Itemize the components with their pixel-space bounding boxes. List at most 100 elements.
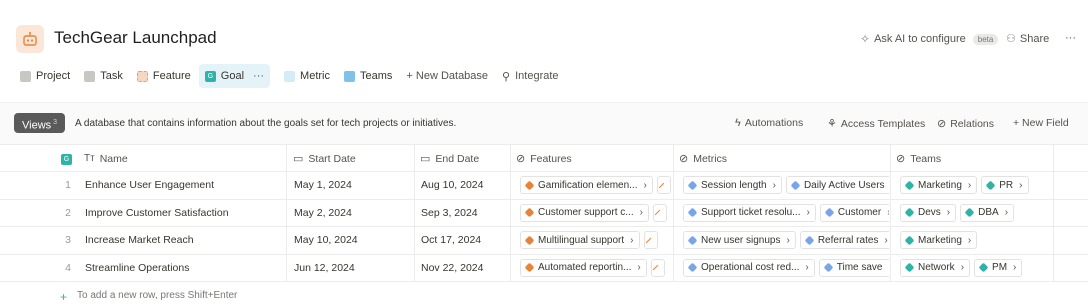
more-options-button[interactable]: ··· — [1065, 32, 1076, 44]
metric-chip[interactable]: New user signups › — [683, 231, 796, 250]
metric-chip[interactable]: Customer› — [819, 203, 889, 222]
tab-label: Feature — [152, 70, 191, 82]
feature-chip-overflow[interactable] — [652, 203, 667, 222]
metrics-cell[interactable]: Support ticket resolu...›Customer› — [683, 200, 889, 227]
new-field-button[interactable]: + New Field — [1013, 117, 1069, 129]
start-date-cell[interactable]: Jun 12, 2024 — [294, 255, 412, 282]
team-chip[interactable]: Marketing › — [900, 231, 978, 250]
chevron-right-icon[interactable]: › — [773, 172, 776, 199]
ask-ai-button[interactable]: ✧ Ask AI to configure beta — [860, 32, 999, 46]
goal-name-cell[interactable]: Streamline Operations — [85, 255, 283, 282]
relation-icon: ⊘ — [679, 153, 689, 165]
features-cell[interactable]: Automated reportin... › — [520, 255, 672, 282]
end-date-cell[interactable]: Nov 22, 2024 — [421, 255, 511, 282]
tab-label: Metric — [300, 70, 330, 82]
table-row[interactable]: 2 Improve Customer Satisfaction May 2, 202… — [0, 200, 1088, 227]
add-row-hint[interactable]: + To add a new row, press Shift+Enter — [60, 290, 237, 304]
end-date-cell[interactable]: Aug 10, 2024 — [421, 172, 511, 199]
text-type-icon: Tт — [84, 153, 95, 164]
feature-chip[interactable]: Gamification elemen... › — [520, 176, 653, 195]
tab-teams[interactable]: Teams — [338, 64, 398, 88]
features-cell[interactable]: Multilingual support › — [520, 227, 672, 254]
feature-chip[interactable]: Automated reportin... › — [520, 258, 647, 277]
views-button[interactable]: Views 3 — [14, 113, 66, 133]
tab-project[interactable]: Project — [14, 64, 76, 88]
feature-chip-overflow[interactable] — [650, 258, 665, 277]
chevron-right-icon[interactable]: › — [637, 255, 640, 282]
chevron-right-icon[interactable]: › — [961, 255, 964, 282]
goal-name-cell[interactable]: Enhance User Engagement — [85, 172, 283, 199]
chevron-right-icon[interactable]: › — [889, 255, 890, 282]
chevron-right-icon[interactable]: › — [968, 227, 971, 254]
tab-goal[interactable]: G Goal ··· — [198, 64, 271, 88]
feature-chip[interactable]: Customer support c... › — [520, 203, 649, 222]
column-start-date[interactable]: ▭ Start Date — [293, 145, 356, 173]
end-date-cell[interactable]: Oct 17, 2024 — [421, 227, 511, 254]
metrics-cell[interactable]: Session length›Daily Active Users› — [683, 172, 889, 199]
teams-cell[interactable]: Marketing › — [900, 227, 1052, 254]
chevron-right-icon[interactable]: › — [1019, 172, 1022, 199]
tab-metric[interactable]: Metric — [278, 64, 336, 88]
metric-chip[interactable]: Time save› — [818, 258, 889, 277]
team-chip[interactable]: DBA › — [960, 203, 1015, 222]
automations-button[interactable]: ϟ Automations — [735, 117, 803, 129]
teams-cell[interactable]: Devs › DBA › — [900, 200, 1052, 227]
metric-chip[interactable]: Daily Active Users› — [785, 176, 889, 195]
column-metrics[interactable]: ⊘ Metrics — [679, 145, 727, 173]
team-chip[interactable]: Network › — [900, 258, 971, 277]
features-cell[interactable]: Customer support c... › — [520, 200, 672, 227]
access-templates-button[interactable]: ⚘ Access Templates — [827, 117, 926, 131]
integrate-button[interactable]: ⚲ Integrate — [496, 64, 564, 88]
chevron-right-icon[interactable]: › — [786, 227, 789, 254]
teams-cell[interactable]: Network › PM › — [900, 255, 1052, 282]
table-row[interactable]: 4 Streamline Operations Jun 12, 2024 Nov 22… — [0, 255, 1088, 282]
chevron-right-icon[interactable]: › — [1005, 200, 1008, 227]
relations-button[interactable]: ⊘ Relations — [937, 117, 994, 131]
tab-feature[interactable]: Feature — [131, 64, 197, 88]
column-features[interactable]: ⊘ Features — [516, 145, 572, 173]
start-date-cell[interactable]: May 10, 2024 — [294, 227, 412, 254]
metrics-cell[interactable]: New user signups › Referral rates › — [683, 227, 889, 254]
team-chip[interactable]: PM › — [974, 258, 1023, 277]
goal-name-cell[interactable]: Improve Customer Satisfaction — [85, 200, 283, 227]
chevron-right-icon[interactable]: › — [887, 200, 889, 227]
team-chip[interactable]: Devs › — [900, 203, 957, 222]
column-end-date[interactable]: ▭ End Date — [420, 145, 479, 173]
table-row[interactable]: 1 Enhance User Engagement May 1, 2024 Aug 1… — [0, 172, 1088, 200]
chevron-right-icon[interactable]: › — [1013, 255, 1016, 282]
metric-chip[interactable]: Support ticket resolu... › — [683, 203, 816, 222]
new-database-button[interactable]: + New Database — [400, 64, 494, 88]
metric-chip[interactable]: Operational cost red... › — [683, 258, 815, 277]
chevron-right-icon[interactable]: › — [807, 200, 810, 227]
tab-task[interactable]: Task — [78, 64, 129, 88]
feature-chip-overflow[interactable] — [656, 176, 671, 195]
share-button[interactable]: ⚇ Share — [1006, 32, 1049, 46]
access-templates-label: Access Templates — [840, 117, 926, 130]
metric-chip[interactable]: Session length › — [683, 176, 782, 195]
column-name[interactable]: Tт Name — [84, 145, 128, 173]
teams-cell[interactable]: Marketing › PR › — [900, 172, 1052, 199]
start-date-cell[interactable]: May 1, 2024 — [294, 172, 412, 199]
chevron-right-icon[interactable]: › — [644, 172, 647, 199]
chevron-right-icon[interactable]: › — [805, 255, 808, 282]
chevron-right-icon[interactable]: › — [968, 172, 971, 199]
start-date-cell[interactable]: May 2, 2024 — [294, 200, 412, 227]
tab-more-icon[interactable]: ··· — [253, 70, 264, 82]
team-chip[interactable]: Marketing › — [900, 176, 978, 195]
feature-chip-overflow[interactable] — [643, 231, 658, 250]
chevron-right-icon[interactable]: › — [640, 200, 643, 227]
goal-name-cell[interactable]: Increase Market Reach — [85, 227, 283, 254]
chevron-right-icon[interactable]: › — [884, 227, 887, 254]
column-teams[interactable]: ⊘ Teams — [896, 145, 941, 173]
metrics-cell[interactable]: Operational cost red...›Time save› — [683, 255, 889, 282]
chevron-right-icon[interactable]: › — [947, 200, 950, 227]
feature-chip[interactable]: Multilingual support › — [520, 231, 640, 250]
features-cell[interactable]: Gamification elemen... › — [520, 172, 672, 199]
table-row[interactable]: 3 Increase Market Reach May 10, 2024 Oct 17… — [0, 227, 1088, 255]
team-chip[interactable]: PR › — [981, 176, 1029, 195]
metric-chip[interactable]: Referral rates › — [799, 231, 889, 250]
column-label: Name — [99, 153, 128, 165]
end-date-cell[interactable]: Sep 3, 2024 — [421, 200, 511, 227]
chevron-right-icon[interactable]: › — [630, 227, 633, 254]
select-all-checkbox[interactable]: G — [61, 145, 72, 173]
